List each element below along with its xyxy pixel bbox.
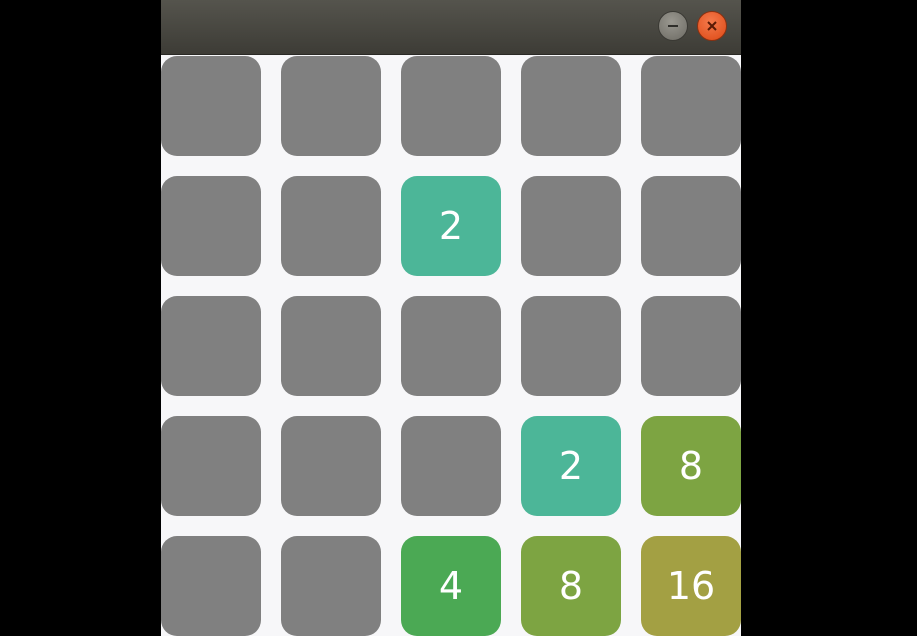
empty-tile bbox=[521, 56, 621, 156]
empty-tile bbox=[161, 56, 261, 156]
empty-tile bbox=[401, 296, 501, 396]
number-tile: 2 bbox=[521, 416, 621, 516]
empty-tile bbox=[281, 176, 381, 276]
empty-tile bbox=[281, 416, 381, 516]
number-tile: 16 bbox=[641, 536, 741, 636]
number-tile: 8 bbox=[641, 416, 741, 516]
minus-icon bbox=[668, 25, 678, 27]
game-board[interactable]: 2 2 8 4 8 16 bbox=[161, 56, 741, 636]
empty-tile bbox=[641, 56, 741, 156]
number-tile: 8 bbox=[521, 536, 621, 636]
empty-tile bbox=[161, 176, 261, 276]
empty-tile bbox=[161, 296, 261, 396]
empty-tile bbox=[281, 56, 381, 156]
empty-tile bbox=[521, 176, 621, 276]
empty-tile bbox=[161, 536, 261, 636]
close-icon bbox=[707, 21, 717, 31]
empty-tile bbox=[641, 296, 741, 396]
game-window: 2 2 8 4 8 16 bbox=[161, 0, 741, 636]
empty-tile bbox=[401, 416, 501, 516]
empty-tile bbox=[281, 536, 381, 636]
title-bar[interactable] bbox=[161, 0, 741, 55]
empty-tile bbox=[401, 56, 501, 156]
empty-tile bbox=[161, 416, 261, 516]
number-tile: 4 bbox=[401, 536, 501, 636]
empty-tile bbox=[281, 296, 381, 396]
minimize-button[interactable] bbox=[658, 11, 688, 41]
empty-tile bbox=[521, 296, 621, 396]
number-tile: 2 bbox=[401, 176, 501, 276]
close-button[interactable] bbox=[697, 11, 727, 41]
empty-tile bbox=[641, 176, 741, 276]
